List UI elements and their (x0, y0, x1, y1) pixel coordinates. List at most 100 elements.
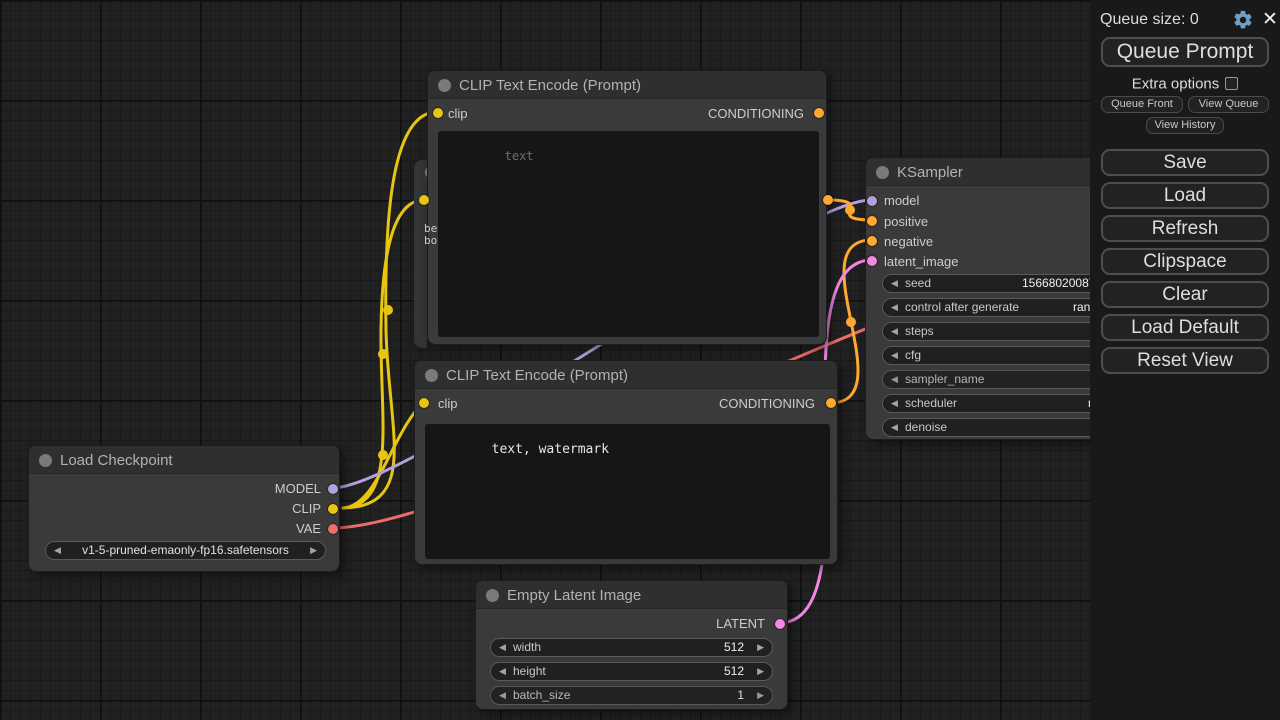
output-vae: VAE (29, 522, 321, 536)
hidden-positive-text-fragment: be bo (424, 223, 437, 249)
collapse-dot[interactable] (425, 369, 438, 382)
collapse-dot[interactable] (438, 79, 451, 92)
link-dot[interactable] (378, 349, 388, 359)
node-header[interactable]: CLIP Text Encode (Prompt) (415, 361, 837, 389)
hidden-conditioning-output-dot[interactable] (823, 195, 833, 205)
prompt-textarea[interactable]: text, watermark (425, 424, 830, 559)
positive-input-dot[interactable] (867, 216, 877, 226)
vae-output-dot[interactable] (328, 524, 338, 534)
node-load-checkpoint[interactable]: Load Checkpoint MODEL CLIP VAE ◀ v1-5-pr… (28, 445, 340, 572)
widget-value: 1 (737, 687, 744, 704)
refresh-button[interactable]: Refresh (1101, 215, 1269, 242)
decrement-arrow[interactable]: ◀ (891, 395, 898, 412)
extra-options-checkbox[interactable] (1225, 77, 1238, 90)
widget-label: sampler_name (905, 371, 984, 388)
textarea-text: text, watermark (492, 442, 609, 457)
increment-arrow[interactable]: ▶ (757, 639, 764, 656)
widget-label: height (513, 663, 546, 680)
hidden-clip-input-dot[interactable] (419, 195, 429, 205)
node-header[interactable]: CLIP Text Encode (Prompt) (428, 71, 826, 99)
node-title: KSampler (897, 164, 963, 181)
height-widget[interactable]: ◀ height 512 ▶ (490, 662, 773, 681)
widget-label: batch_size (513, 687, 570, 704)
decrement-arrow[interactable]: ◀ (499, 663, 506, 680)
view-history-button[interactable]: View History (1146, 117, 1224, 134)
node-hidden-positive-sliver[interactable] (414, 160, 427, 348)
wire-clip-to-negative-node (343, 403, 423, 508)
model-output-dot[interactable] (328, 484, 338, 494)
widget-label: seed (905, 275, 931, 292)
decrement-arrow[interactable]: ◀ (499, 687, 506, 704)
node-header[interactable]: Load Checkpoint (29, 446, 339, 474)
collapse-dot[interactable] (39, 454, 52, 467)
view-queue-button[interactable]: View Queue (1188, 96, 1269, 113)
clip-output-dot[interactable] (328, 504, 338, 514)
decrement-arrow[interactable]: ◀ (499, 639, 506, 656)
node-title: CLIP Text Encode (Prompt) (459, 77, 641, 94)
clip-input-dot[interactable] (419, 398, 429, 408)
decrement-arrow[interactable]: ◀ (891, 419, 898, 436)
clipspace-button[interactable]: Clipspace (1101, 248, 1269, 275)
queue-prompt-button[interactable]: Queue Prompt (1101, 37, 1269, 67)
conditioning-output-dot[interactable] (826, 398, 836, 408)
load-button[interactable]: Load (1101, 182, 1269, 209)
widget-label: control after generate (905, 299, 1019, 316)
latent-output-dot[interactable] (775, 619, 785, 629)
model-input-dot[interactable] (867, 196, 877, 206)
latent-input-dot[interactable] (867, 256, 877, 266)
width-widget[interactable]: ◀ width 512 ▶ (490, 638, 773, 657)
widget-value: 15668020087 (1022, 275, 1095, 292)
settings-gear-icon[interactable] (1232, 9, 1254, 31)
node-clip-text-encode-top[interactable]: CLIP Text Encode (Prompt) clip CONDITION… (427, 70, 827, 345)
node-empty-latent-image[interactable]: Empty Latent Image LATENT ◀ width 512 ▶ … (475, 580, 788, 710)
close-icon[interactable]: ✕ (1262, 8, 1278, 31)
input-latent-image-label: latent_image (884, 255, 958, 269)
input-model-label: model (884, 194, 919, 208)
output-conditioning-label: CONDITIONING (415, 397, 815, 411)
node-header[interactable]: Empty Latent Image (476, 581, 787, 609)
link-dot[interactable] (378, 450, 388, 460)
ckpt-name-combo[interactable]: ◀ v1-5-pruned-emaonly-fp16.safetensors ▶ (45, 541, 326, 560)
widget-label: denoise (905, 419, 947, 436)
link-dot[interactable] (846, 317, 856, 327)
link-dot[interactable] (845, 205, 855, 215)
collapse-dot[interactable] (876, 166, 889, 179)
widget-value: 512 (724, 639, 744, 656)
link-dot[interactable] (383, 305, 393, 315)
save-button[interactable]: Save (1101, 149, 1269, 176)
input-positive-label: positive (884, 215, 928, 229)
node-title: Empty Latent Image (507, 587, 641, 604)
widget-label: width (513, 639, 541, 656)
output-clip: CLIP (29, 502, 321, 516)
decrement-arrow[interactable]: ◀ (891, 299, 898, 316)
decrement-arrow[interactable]: ◀ (891, 323, 898, 340)
collapse-dot[interactable] (486, 589, 499, 602)
node-title: CLIP Text Encode (Prompt) (446, 367, 628, 384)
reset-view-button[interactable]: Reset View (1101, 347, 1269, 374)
increment-arrow[interactable]: ▶ (757, 687, 764, 704)
node-clip-text-encode-negative[interactable]: CLIP Text Encode (Prompt) clip CONDITION… (414, 360, 838, 565)
queue-size-label: Queue size: 0 (1100, 11, 1199, 29)
widget-label: steps (905, 323, 934, 340)
decrement-arrow[interactable]: ◀ (891, 371, 898, 388)
node-canvas[interactable]: be bo Load Checkpoint MODEL CLIP VAE ◀ v… (0, 0, 1280, 720)
clear-button[interactable]: Clear (1101, 281, 1269, 308)
combo-left-arrow[interactable]: ◀ (54, 542, 61, 559)
prompt-textarea[interactable]: text (438, 131, 819, 337)
decrement-arrow[interactable]: ◀ (891, 347, 898, 364)
increment-arrow[interactable]: ▶ (757, 663, 764, 680)
batch-size-widget[interactable]: ◀ batch_size 1 ▶ (490, 686, 773, 705)
input-negative-label: negative (884, 235, 933, 249)
queue-front-button[interactable]: Queue Front (1101, 96, 1183, 113)
combo-right-arrow[interactable]: ▶ (310, 542, 317, 559)
clip-input-dot[interactable] (433, 108, 443, 118)
output-latent-label: LATENT (476, 617, 765, 631)
extra-options-label: Extra options (1132, 75, 1220, 92)
load-default-button[interactable]: Load Default (1101, 314, 1269, 341)
node-title: Load Checkpoint (60, 452, 173, 469)
decrement-arrow[interactable]: ◀ (891, 275, 898, 292)
widget-label: cfg (905, 347, 921, 364)
conditioning-output-dot[interactable] (814, 108, 824, 118)
negative-input-dot[interactable] (867, 236, 877, 246)
wire-clip-to-hidden-node (343, 200, 424, 508)
